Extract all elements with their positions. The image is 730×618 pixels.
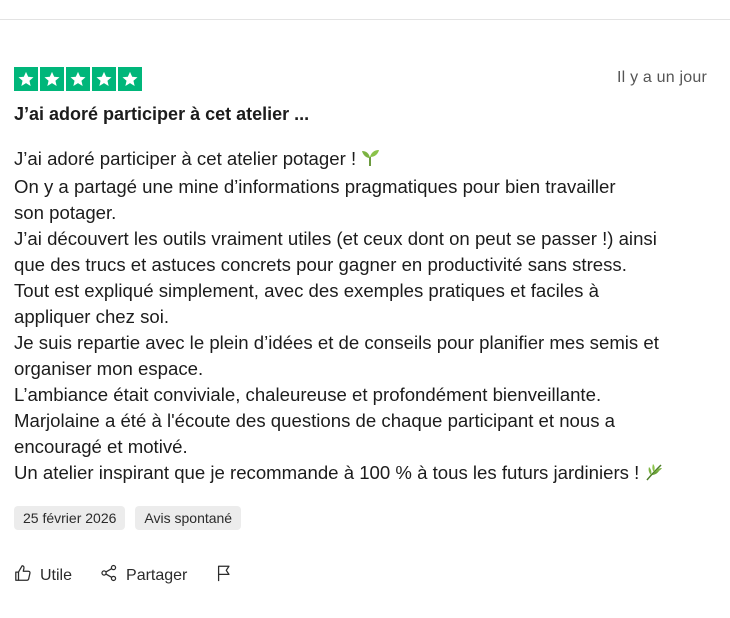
top-divider [0,19,730,20]
share-button[interactable]: Partager [100,564,187,587]
review-body-line: son potager. [14,202,117,223]
experience-date-badge: 25 février 2026 [14,506,126,530]
star-icon [40,67,64,91]
review-body-line: On y a partagé une mine d’informations p… [14,176,616,197]
star-icon [118,67,142,91]
review-body-line: Un atelier inspirant que je recommande à… [14,460,714,488]
useful-label: Utile [40,566,73,584]
review-body-line: J’ai découvert les outils vraiment utile… [14,228,657,249]
review-body-line: Marjolaine a été à l'écoute des question… [14,410,616,431]
review-body-line: organiser mon espace. [14,358,204,379]
share-label: Partager [126,566,188,584]
review-body-line: Je suis repartie avec le plein d’idées e… [14,332,659,353]
review-type-badge: Avis spontané [135,506,242,530]
review-body-line: Tout est expliqué simplement, avec des e… [14,280,599,301]
thumbs-up-icon [14,564,32,587]
review-tags: 25 février 2026 Avis spontané [14,506,242,530]
review-actions: Utile Partager [14,564,261,587]
herb-icon [643,462,663,488]
review-body-line: appliquer chez soi. [14,306,170,327]
review-title: J’ai adoré participer à cet atelier ... [14,104,310,124]
review-body-line: que des trucs et astuces concrets pour g… [14,254,627,275]
share-icon [100,564,118,587]
review-body-line: encouragé et motivé. [14,436,188,457]
star-icon [66,67,90,91]
review-body-line: J’ai adoré participer à cet atelier pota… [14,146,714,174]
review-body-line: L’ambiance était conviviale, chaleureuse… [14,384,602,405]
star-icon [92,67,116,91]
flag-icon [215,564,233,587]
useful-button[interactable]: Utile [14,564,72,587]
review-relative-date: Il y a un jour [617,69,707,86]
seedling-icon [360,148,380,174]
review-body: J’ai adoré participer à cet atelier pota… [14,146,714,488]
star-icon [14,67,38,91]
star-rating [14,67,142,91]
report-button[interactable] [215,564,233,587]
